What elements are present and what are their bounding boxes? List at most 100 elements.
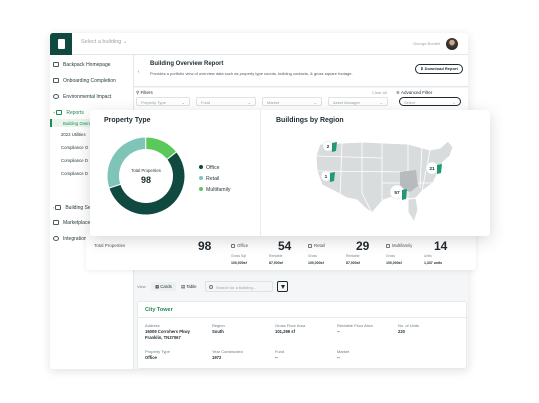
category-name: Multifamily (392, 243, 413, 248)
asset-manager-select[interactable]: Asset Manager ⌄ (328, 97, 388, 106)
sidebar-item-label: Backpack Homepage (63, 62, 111, 68)
table-label: Table (186, 284, 197, 289)
retail-count: 29 (356, 239, 370, 253)
field-value: South (212, 329, 224, 334)
mini-label: Gross (308, 254, 318, 258)
view-label: View (137, 284, 146, 289)
chevron-down-icon: ⌄ (379, 100, 383, 105)
mini-value: 100,000sf (308, 261, 324, 265)
retail-category: Retail (308, 243, 325, 248)
avatar[interactable] (446, 38, 458, 50)
property-type-donut: Total Properties 98 (106, 136, 186, 216)
sidebar-item-backpack-homepage[interactable]: Backpack Homepage (53, 62, 111, 68)
sidebar-subitem-building-overview[interactable]: Building Overv (50, 119, 94, 127)
fund-select[interactable]: Fund ⌄ (196, 97, 256, 106)
sidebar-subitem-utilities[interactable]: 2023 Utilities (61, 132, 86, 137)
field-value: Office (145, 355, 157, 360)
field-value: 16009 Corrohers Pkwy Franklin, TN37067 (145, 329, 190, 340)
mini-label: Units (424, 254, 432, 258)
view-toolbar: View ▦ Cards ▤ Table Search for a buildi… (137, 280, 297, 294)
sidebar-item-onboarding[interactable]: Onboarding Completion (53, 78, 116, 84)
retail-icon (308, 244, 312, 248)
map-marker-nw[interactable]: 2 (322, 140, 337, 152)
chevron-down-icon: ⌄ (247, 100, 251, 105)
building-name[interactable]: City Tower (145, 307, 173, 313)
map-marker-count: 2 (327, 144, 330, 150)
download-report-button[interactable]: ⬇ Download Report (415, 64, 463, 74)
mini-label: Rentable (269, 254, 283, 258)
sidebar-item-label: Environmental Impact (63, 94, 112, 100)
office-count: 54 (278, 239, 292, 253)
advanced-filter-select[interactable]: Select ⌄ (399, 97, 461, 106)
advanced-filter-title: ⚟ Advanced Filter (396, 90, 432, 96)
field-value: 220 (398, 329, 405, 334)
chevron-down-icon: ⌄ (181, 100, 185, 105)
building-select[interactable]: Select a building ⌄ (81, 39, 128, 45)
field-value: -- (337, 355, 340, 360)
sidebar-item-marketplace[interactable]: Marketplace (53, 220, 90, 226)
category-name: Retail (314, 243, 325, 248)
legend-item-office: Office (199, 165, 219, 171)
filters-label: Filters (140, 90, 153, 95)
field-label: Rentable Floor Area (337, 323, 373, 328)
back-button[interactable]: ‹ (138, 69, 140, 74)
market-select[interactable]: Market ⌄ (262, 97, 322, 106)
globe-icon (53, 94, 59, 99)
map-pin-icon (437, 164, 442, 174)
field-label: Fund (275, 349, 285, 354)
field-value: 1972 (212, 355, 222, 360)
overview-overlay-panel: Property Type Buildings by Region Total … (90, 110, 490, 236)
select-placeholder: Market (267, 100, 280, 105)
total-properties-label: Total Properties (94, 243, 126, 248)
legend-label: Multifamily (206, 187, 231, 193)
cards-view-button[interactable]: ▦ Cards (151, 282, 176, 291)
building-search-input[interactable]: Search for a building... (205, 281, 273, 292)
select-placeholder: Fund (201, 100, 211, 105)
header-text: Building Overview Report Provides a port… (148, 55, 408, 87)
sidebar-item-integrations[interactable]: Integrations (53, 236, 89, 242)
divider (260, 110, 261, 236)
sidebar-item-reports[interactable]: ˅ Reports (53, 110, 84, 116)
field-value: -- (275, 355, 278, 360)
sidebar-item-environmental[interactable]: Environmental Impact (53, 94, 111, 100)
legend-swatch (199, 165, 203, 169)
map-marker-count: 21 (429, 166, 435, 172)
donut-total: 98 (141, 175, 151, 185)
advanced-filter-label: Advanced Filter (401, 90, 433, 95)
sidebar-item-building-settings[interactable]: › Building Se (53, 205, 91, 211)
clear-all-link[interactable]: Clear All (372, 90, 387, 95)
legend-item-retail: Retail (199, 176, 219, 182)
sidebar-subitem-compliance-3[interactable]: Compliance D (61, 171, 88, 176)
report-header: ‹ Building Overview Report Provides a po… (134, 55, 468, 87)
select-placeholder: Property Type (141, 100, 166, 105)
sidebar-subitem-compliance-2[interactable]: Compliance D (61, 158, 88, 163)
chevron-down-icon: ⌄ (122, 39, 128, 45)
field-label: Region (212, 323, 225, 328)
building-select-label: Select a building (81, 39, 122, 45)
multifamily-category: Multifamily (386, 243, 412, 248)
field-label: Address (145, 323, 160, 328)
mini-value: 87,000sf (346, 261, 360, 265)
table-view-button[interactable]: ▤ Table (177, 282, 200, 291)
page-title: Building Overview Report (150, 61, 224, 67)
filter-button[interactable] (277, 281, 288, 292)
mini-label: Gross Sqf (231, 254, 247, 258)
sidebar-subitem-compliance-1[interactable]: Compliance O (61, 145, 88, 150)
field-label: No. of Units (398, 323, 419, 328)
report-icon (56, 110, 63, 115)
map-marker-ca[interactable]: 1 (320, 170, 335, 182)
top-bar: Select a building ⌄ George Burdell (50, 33, 468, 55)
chevron-down-icon: ˅ (53, 110, 56, 115)
search-placeholder: Search for a building... (216, 285, 257, 290)
us-region-map: 1 2 21 57 (315, 140, 454, 224)
user-name: George Burdell (413, 41, 440, 46)
sidebar-item-label: Marketplace (63, 220, 91, 226)
app-logo-icon[interactable] (50, 33, 72, 55)
multifamily-icon (386, 244, 390, 248)
mini-value: 87,000sf (269, 261, 283, 265)
building-card[interactable]: City Tower Address 16009 Corrohers Pkwy … (137, 301, 468, 369)
legend-swatch (199, 187, 203, 191)
filters-title: ⚲ Filters (136, 90, 153, 96)
property-type-select[interactable]: Property Type ⌄ (136, 97, 190, 106)
mini-label: Gross (386, 254, 396, 258)
